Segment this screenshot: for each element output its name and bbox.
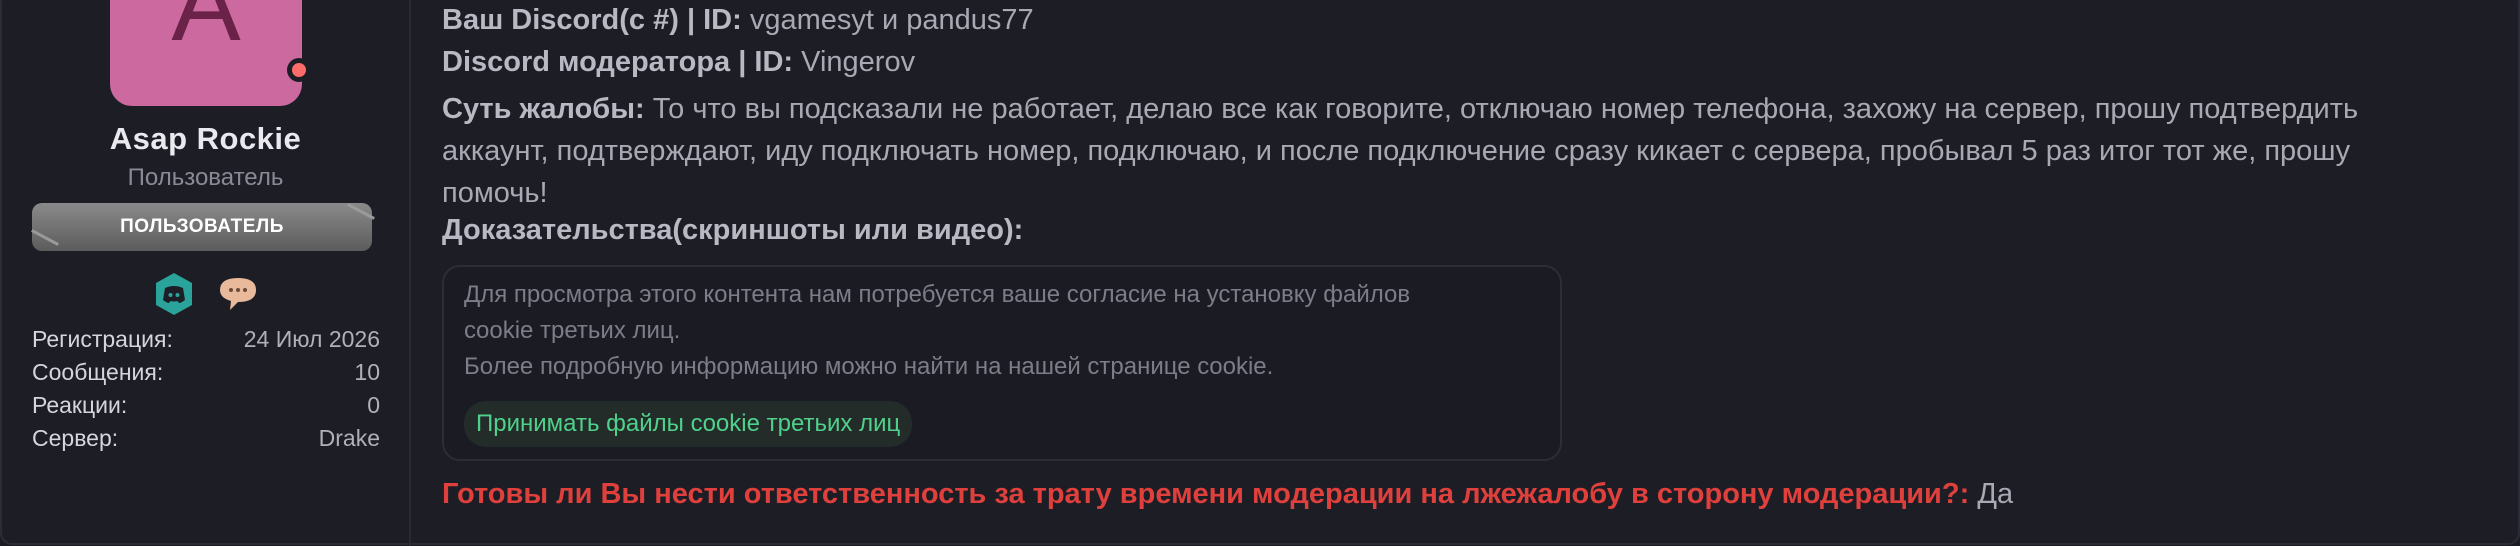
complaint-text: То что вы подсказали не работает, делаю … [442, 93, 2359, 209]
user-sidebar: A Asap Rockie Пользователь ПОЛЬЗОВАТЕЛЬ … [0, 0, 411, 546]
question-label: Готовы ли Вы нести ответственность за тр… [442, 478, 1970, 510]
stat-label: Регистрация: [32, 326, 173, 352]
user-badges [0, 272, 411, 316]
stat-value: 24 Июл 2026 [243, 326, 380, 352]
stat-row-reactions: Реакции: 0 [32, 392, 380, 425]
field-label: Discord модератора | ID: [442, 46, 794, 78]
accept-cookies-button[interactable]: Принимать файлы cookie третьих лиц [464, 401, 913, 447]
field-label: Ваш Discord(с #) | ID: [442, 4, 742, 36]
field-mod-discord: Discord модератора | ID: Vingerov [442, 46, 915, 79]
field-label: Суть жалобы: [442, 93, 645, 125]
user-banner: ПОЛЬЗОВАТЕЛЬ [32, 203, 372, 251]
stat-value: 10 [354, 359, 380, 385]
stat-label: Реакции: [32, 392, 128, 418]
cookie-notice-link[interactable]: Более подробную информацию можно найти н… [464, 353, 1273, 381]
cookie-consent-box: Для просмотра этого контента нам потребу… [442, 265, 1562, 461]
discord-icon[interactable] [154, 272, 194, 316]
user-stats: Регистрация: 24 Июл 2026 Сообщения: 10 Р… [32, 326, 380, 458]
user-title: Пользователь [127, 164, 284, 191]
stat-value: Drake [318, 425, 380, 451]
field-value: vgamesyt и pandus77 [749, 4, 1034, 36]
field-complaint: Суть жалобы: То что вы подсказали не раб… [442, 88, 2442, 214]
evidence-label: Доказательства(скриншоты или видео): [442, 214, 1024, 246]
field-value: Vingerov [801, 46, 916, 78]
field-your-discord: Ваш Discord(с #) | ID: vgamesyt и pandus… [442, 4, 1034, 37]
online-status-dot [287, 58, 311, 82]
avatar-letter: A [171, 0, 241, 63]
stat-row-registration: Регистрация: 24 Июл 2026 [32, 326, 380, 359]
field-responsibility-question: Готовы ли Вы нести ответственность за тр… [442, 478, 2013, 511]
chat-bubble-icon[interactable] [216, 272, 260, 316]
stat-row-messages: Сообщения: 10 [32, 359, 380, 392]
username[interactable]: Asap Rockie [0, 121, 411, 157]
stat-row-server: Сервер: Drake [32, 425, 380, 458]
stat-label: Сообщения: [32, 359, 164, 385]
avatar[interactable]: A [110, 0, 302, 106]
cookie-notice-text: Для просмотра этого контента нам потребу… [464, 281, 1411, 308]
stat-value: 0 [367, 392, 380, 418]
cookie-notice-text: cookie третьих лиц. [464, 317, 681, 344]
question-answer: Да [1977, 478, 2014, 510]
stat-label: Сервер: [32, 425, 119, 451]
